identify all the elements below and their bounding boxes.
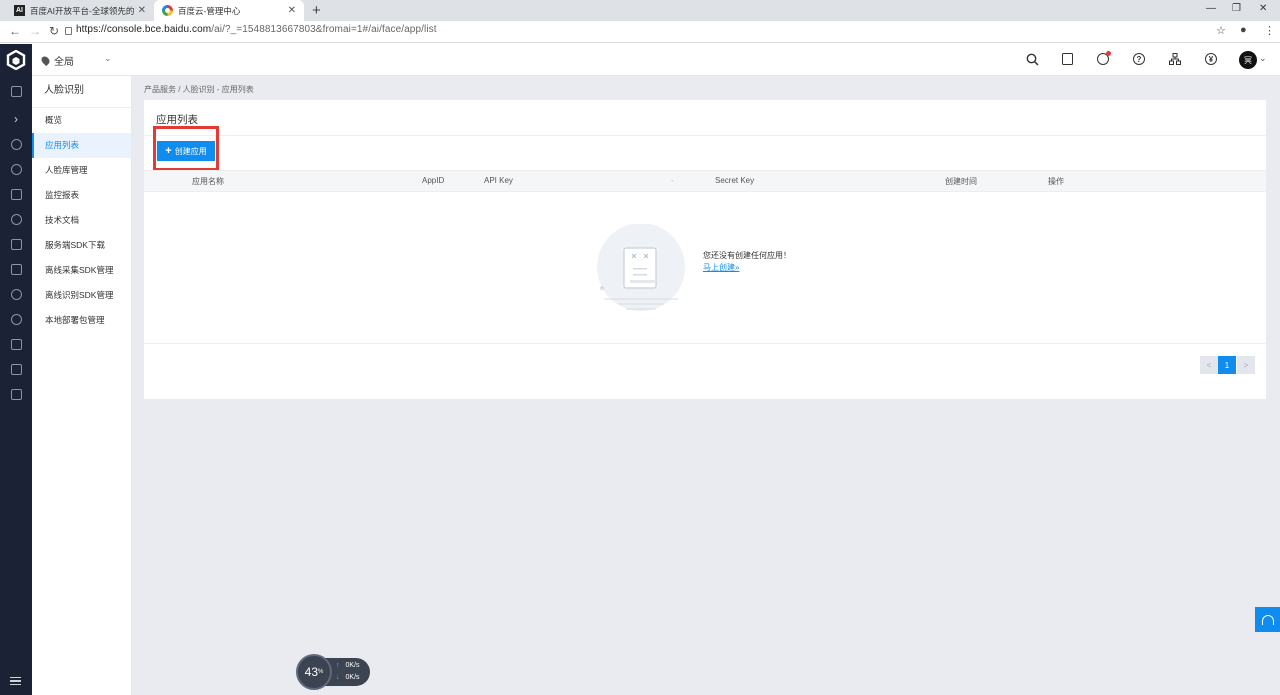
close-window-icon[interactable]: ✕ (1259, 3, 1267, 14)
tab-title: 百度云-管理中心 (178, 5, 241, 16)
column-app-id: AppID (422, 176, 445, 185)
upload-arrow-icon: ↑ (336, 662, 340, 669)
sidebar-item-offline-capture-sdk[interactable]: 离线采集SDK管理 (32, 258, 131, 283)
globe-icon[interactable] (0, 160, 32, 178)
yuan-currency-icon[interactable]: ¥ (1204, 52, 1218, 66)
breadcrumb: 产品服务 / 人脸识别 - 应用列表 (144, 85, 254, 94)
pagination-prev-button[interactable]: < (1200, 356, 1218, 374)
settings-gear-icon[interactable] (0, 210, 32, 228)
icon-rail: › (0, 44, 32, 695)
sidebar-item-face-library[interactable]: 人脸库管理 (32, 158, 131, 183)
plus-icon: + (165, 145, 172, 157)
create-now-link[interactable]: 马上创建» (703, 262, 739, 273)
column-actions: 操作 (1048, 177, 1064, 186)
baidu-cloud-logo-icon[interactable] (6, 50, 26, 70)
location-pin-icon (39, 54, 52, 67)
page-title: 应用列表 (156, 114, 198, 126)
avatar[interactable]: 冥 (1239, 51, 1257, 69)
app-list-card: 应用列表 + 创建应用 应用名称 AppID API Key - Secret … (144, 100, 1266, 399)
gauge-unit: % (318, 669, 324, 675)
create-app-button[interactable]: + 创建应用 (157, 141, 215, 161)
download-arrow-icon: ↓ (336, 674, 340, 681)
sidebar-item-offline-recognition-sdk[interactable]: 离线识别SDK管理 (32, 283, 131, 308)
new-tab-button[interactable]: + (312, 2, 321, 19)
close-icon[interactable]: ✕ (288, 5, 296, 16)
column-api-key: API Key (484, 176, 513, 185)
url-field[interactable]: https://console.bce.baidu.com/ai/?_=1548… (76, 24, 437, 35)
column-created-time: 创建时间 (945, 177, 977, 186)
sidebar-item-monitoring[interactable]: 监控报表 (32, 183, 131, 208)
top-header: 全局 ⌄ ? ¥ 冥 ⌄ (32, 44, 1280, 76)
browser-tab-ai-platform[interactable]: AI 百度AI开放平台-全球领先的人工 ✕ (6, 0, 154, 21)
org-chart-icon[interactable] (1168, 52, 1182, 66)
ai-logo-icon: AI (14, 5, 25, 16)
face-scan-icon[interactable] (0, 260, 32, 278)
sidebar-item-overview[interactable]: 概览 (32, 108, 131, 133)
voice-icon[interactable] (0, 310, 32, 328)
back-icon[interactable]: ← (9, 24, 21, 38)
upload-unit: K/s (349, 662, 360, 669)
forward-icon[interactable]: → (29, 24, 41, 38)
text-t-icon[interactable] (0, 185, 32, 203)
column-secret-key: Secret Key (715, 176, 755, 185)
browser-tab-console[interactable]: 百度云-管理中心 ✕ (154, 0, 304, 21)
minimize-icon[interactable]: — (1206, 3, 1216, 14)
empty-state-message: 您还没有创建任何应用！ (703, 251, 791, 260)
document-icon[interactable] (1060, 52, 1074, 66)
chevron-down-icon[interactable]: ⌄ (104, 53, 112, 64)
chevron-down-icon[interactable]: ⌄ (1259, 53, 1267, 64)
help-icon[interactable]: ? (1132, 52, 1146, 66)
sidebar-item-local-deploy[interactable]: 本地部署包管理 (32, 308, 131, 333)
account-icon[interactable]: ● (1240, 24, 1247, 36)
url-host: https://console.bce.baidu.com (76, 24, 212, 35)
network-speed-widget[interactable]: ↑ 0K/s ↓ 0K/s 43% (296, 654, 372, 690)
main-content: 产品服务 / 人脸识别 - 应用列表 应用列表 + 创建应用 应用名称 AppI… (132, 76, 1280, 695)
empty-state-illustration-icon (597, 224, 685, 311)
dashboard-icon[interactable] (0, 82, 32, 100)
customer-service-headset-icon[interactable] (1255, 607, 1280, 632)
maximize-icon[interactable]: ❐ (1232, 3, 1241, 14)
gauge-percent: 43 (304, 665, 318, 679)
search-icon[interactable] (1025, 52, 1039, 66)
image-icon[interactable] (0, 235, 32, 253)
tab-title: 百度AI开放平台-全球领先的人工 (30, 5, 134, 16)
column-app-name: 应用名称 (192, 177, 224, 186)
region-selector[interactable]: 全局 (39, 53, 74, 68)
region-label: 全局 (54, 57, 74, 68)
sidebar-item-app-list[interactable]: 应用列表 (32, 133, 131, 158)
url-path: /ai/?_=1548813667803&fromai=1#/ai/face/a… (211, 24, 437, 35)
location-icon[interactable] (0, 135, 32, 153)
pagination-page-current[interactable]: 1 (1218, 356, 1236, 374)
browser-tab-bar: AI 百度AI开放平台-全球领先的人工 ✕ 百度云-管理中心 ✕ + — ❐ ✕ (0, 0, 1280, 21)
memory-gauge: 43% (296, 654, 332, 690)
baidu-cloud-icon (162, 5, 173, 16)
sidebar-item-server-sdk[interactable]: 服务端SDK下载 (32, 233, 131, 258)
face-detect-icon[interactable] (0, 285, 32, 303)
menu-icon[interactable] (10, 675, 21, 688)
notification-dot (1106, 51, 1111, 56)
sidebar-title: 人脸识别 (32, 76, 131, 108)
pagination-next-button[interactable]: > (1237, 356, 1255, 374)
product-sidebar: 人脸识别 概览 应用列表 人脸库管理 监控报表 技术文档 服务端SDK下载 离线… (32, 76, 132, 695)
reload-icon[interactable]: ↻ (49, 24, 59, 38)
create-app-label: 创建应用 (174, 146, 207, 156)
document-text-icon[interactable] (0, 360, 32, 378)
lock-icon (65, 27, 72, 35)
download-unit: K/s (349, 674, 360, 681)
table-header: 应用名称 AppID API Key - Secret Key 创建时间 操作 (144, 170, 1266, 192)
column-separator: - (671, 176, 674, 185)
address-bar: ← → ↻ https://console.bce.baidu.com/ai/?… (0, 21, 1280, 43)
close-icon[interactable]: ✕ (138, 5, 146, 16)
scan-frame-icon[interactable] (0, 335, 32, 353)
table-bottom-divider (144, 343, 1266, 344)
divider (144, 135, 1266, 136)
bookmark-star-icon[interactable]: ☆ (1216, 24, 1226, 37)
message-icon[interactable] (1096, 51, 1111, 66)
sidebar-item-docs[interactable]: 技术文档 (32, 208, 131, 233)
expand-chevron-icon[interactable]: › (0, 110, 32, 128)
apps-grid-icon[interactable] (0, 385, 32, 403)
browser-menu-icon[interactable]: ⋮ (1264, 24, 1275, 37)
